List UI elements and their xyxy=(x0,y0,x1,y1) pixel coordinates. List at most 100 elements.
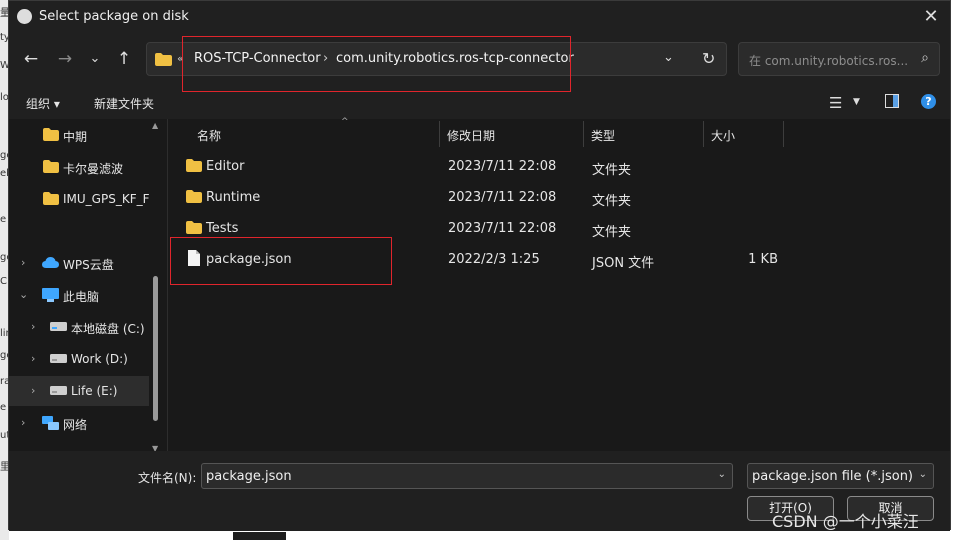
column-header-label: 大小 xyxy=(711,129,736,143)
breadcrumb-item[interactable]: com.unity.robotics.ros-tcp-connector xyxy=(336,51,574,66)
sidebar-item-drive-c[interactable]: › 本地磁盘 (C:) xyxy=(9,312,149,342)
forward-arrow-icon[interactable]: → xyxy=(53,47,77,71)
bg-fragment: C xyxy=(0,276,7,287)
file-date: 2023/7/11 22:08 xyxy=(448,159,557,174)
drive-icon xyxy=(50,386,67,395)
file-name: Editor xyxy=(206,159,245,174)
drive-icon xyxy=(50,322,67,331)
column-header-type[interactable]: 类型 xyxy=(583,119,703,149)
sidebar-item-label: Work (D:) xyxy=(71,352,128,366)
new-folder-button[interactable]: 新建文件夹 xyxy=(94,95,154,112)
organize-menu-button[interactable]: 组织 ▾ xyxy=(26,95,60,112)
filename-input[interactable]: package.json ⌄ xyxy=(201,463,733,489)
search-box[interactable]: 在 com.unity.robotics.ros... ⌕ xyxy=(738,42,940,76)
file-type: JSON 文件 xyxy=(592,256,655,271)
breadcrumb-separator-icon[interactable]: › xyxy=(323,51,328,66)
search-placeholder: 在 com.unity.robotics.ros... xyxy=(749,54,909,68)
address-dropdown-icon[interactable]: ⌄ xyxy=(663,50,674,65)
file-date: 2022/2/3 1:25 xyxy=(448,252,540,267)
close-icon[interactable]: ✕ xyxy=(920,6,942,28)
background-taskbar-fragment xyxy=(233,532,286,540)
help-icon[interactable]: ? xyxy=(921,94,936,109)
sidebar-item-label: Life (E:) xyxy=(71,384,118,398)
overflow-chevron-icon[interactable]: « xyxy=(177,52,184,65)
title-bar[interactable]: Select package on disk ✕ xyxy=(9,1,950,33)
file-row[interactable]: package.json 2022/2/3 1:25 JSON 文件 1 KB xyxy=(178,244,938,275)
file-type-filter-value: package.json file (*.json) xyxy=(752,469,914,484)
sidebar-item-drive-e[interactable]: › Life (E:) xyxy=(9,376,149,406)
file-type-filter-select[interactable]: package.json file (*.json) ⌄ xyxy=(747,463,934,489)
expand-chevron-icon[interactable]: › xyxy=(31,352,35,365)
file-icon xyxy=(188,250,200,266)
sidebar-item-label: WPS云盘 xyxy=(63,258,114,272)
back-arrow-icon[interactable]: ← xyxy=(19,47,43,71)
refresh-icon[interactable]: ↻ xyxy=(702,49,715,68)
column-header-label: 类型 xyxy=(591,129,616,143)
csdn-watermark: CSDN @一个小菜汪 xyxy=(772,512,919,531)
address-bar[interactable]: « ROS-TCP-Connector › com.unity.robotics… xyxy=(146,42,727,76)
command-bar: 组织 ▾ 新建文件夹 ☰ ▼ ? xyxy=(9,87,950,119)
file-size: 1 KB xyxy=(748,252,778,267)
column-header-name[interactable]: ^ 名称 xyxy=(189,117,439,149)
folder-icon xyxy=(186,159,202,172)
folder-icon xyxy=(43,128,59,141)
cloud-icon xyxy=(42,257,59,268)
folder-icon xyxy=(43,192,59,205)
file-row[interactable]: Runtime 2023/7/11 22:08 文件夹 xyxy=(178,182,938,213)
sidebar-item-this-pc[interactable]: ⌄ 此电脑 xyxy=(9,280,149,310)
expand-chevron-icon[interactable]: › xyxy=(31,384,35,397)
expand-chevron-icon[interactable]: › xyxy=(31,320,35,333)
column-header-date[interactable]: 修改日期 xyxy=(439,119,583,149)
file-name: Runtime xyxy=(206,190,261,205)
file-row[interactable]: Editor 2023/7/11 22:08 文件夹 xyxy=(178,151,938,182)
window-title: Select package on disk xyxy=(39,9,189,24)
view-options-chevron-icon[interactable]: ▼ xyxy=(853,97,860,107)
column-header-label: 名称 xyxy=(197,129,222,143)
sidebar-item-label: IMU_GPS_KF_F xyxy=(63,192,149,206)
file-row[interactable]: Tests 2023/7/11 22:08 文件夹 xyxy=(178,213,938,244)
pc-icon xyxy=(42,288,59,302)
scroll-thumb[interactable] xyxy=(153,276,158,421)
file-open-dialog: Select package on disk ✕ ← → ⌄ ↑ « ROS-T… xyxy=(8,0,951,531)
filter-dropdown-icon[interactable]: ⌄ xyxy=(919,469,927,480)
column-header-label: 修改日期 xyxy=(447,129,496,143)
file-date: 2023/7/11 22:08 xyxy=(448,190,557,205)
search-icon[interactable]: ⌕ xyxy=(921,50,929,66)
file-name: package.json xyxy=(206,252,292,267)
file-type: 文件夹 xyxy=(592,225,632,240)
column-divider[interactable] xyxy=(783,121,784,147)
recent-locations-chevron-icon[interactable]: ⌄ xyxy=(83,47,107,71)
sidebar-scrollbar[interactable]: ▲ ▼ xyxy=(152,121,160,453)
sort-ascending-icon: ^ xyxy=(341,117,349,127)
sidebar-item-drive-d[interactable]: › Work (D:) xyxy=(9,344,149,374)
filename-label: 文件名(N): xyxy=(138,471,197,485)
preview-pane-icon[interactable] xyxy=(885,94,899,108)
file-type: 文件夹 xyxy=(592,194,632,209)
view-options-icon[interactable]: ☰ xyxy=(829,94,842,112)
folder-icon xyxy=(186,190,202,203)
sidebar-item-label: 网络 xyxy=(63,418,88,432)
sidebar-item-wps-cloud[interactable]: › WPS云盘 xyxy=(9,248,149,278)
column-header-size[interactable]: 大小 xyxy=(703,119,783,149)
network-icon xyxy=(42,416,59,430)
sidebar-item-folder[interactable]: 卡尔曼滤波 xyxy=(9,152,149,182)
collapse-chevron-icon[interactable]: ⌄ xyxy=(19,288,28,301)
expand-chevron-icon[interactable]: › xyxy=(21,416,25,429)
filename-dropdown-icon[interactable]: ⌄ xyxy=(718,469,726,480)
up-arrow-icon[interactable]: ↑ xyxy=(112,47,136,71)
sidebar-item-folder[interactable]: 中期 xyxy=(9,120,149,150)
navigation-bar: ← → ⌄ ↑ « ROS-TCP-Connector › com.unity.… xyxy=(9,33,950,87)
unity-app-icon xyxy=(17,9,32,24)
folder-icon xyxy=(155,53,172,66)
drive-icon xyxy=(50,354,67,363)
sidebar-item-network[interactable]: › 网络 xyxy=(9,408,149,438)
expand-chevron-icon[interactable]: › xyxy=(21,256,25,269)
navigation-pane: 中期 卡尔曼滤波 IMU_GPS_KF_F › WPS云盘 ⌄ 此电脑 › 本地… xyxy=(9,119,166,451)
sidebar-item-folder[interactable]: IMU_GPS_KF_F xyxy=(9,184,149,214)
bg-fragment: e xyxy=(0,402,7,413)
file-date: 2023/7/11 22:08 xyxy=(448,221,557,236)
breadcrumb-item[interactable]: ROS-TCP-Connector xyxy=(194,51,321,66)
file-list: ^ 名称 修改日期 类型 大小 Editor 2023/7/11 22:08 文… xyxy=(168,117,950,451)
folder-icon xyxy=(43,160,59,173)
scroll-up-icon[interactable]: ▲ xyxy=(152,121,158,130)
